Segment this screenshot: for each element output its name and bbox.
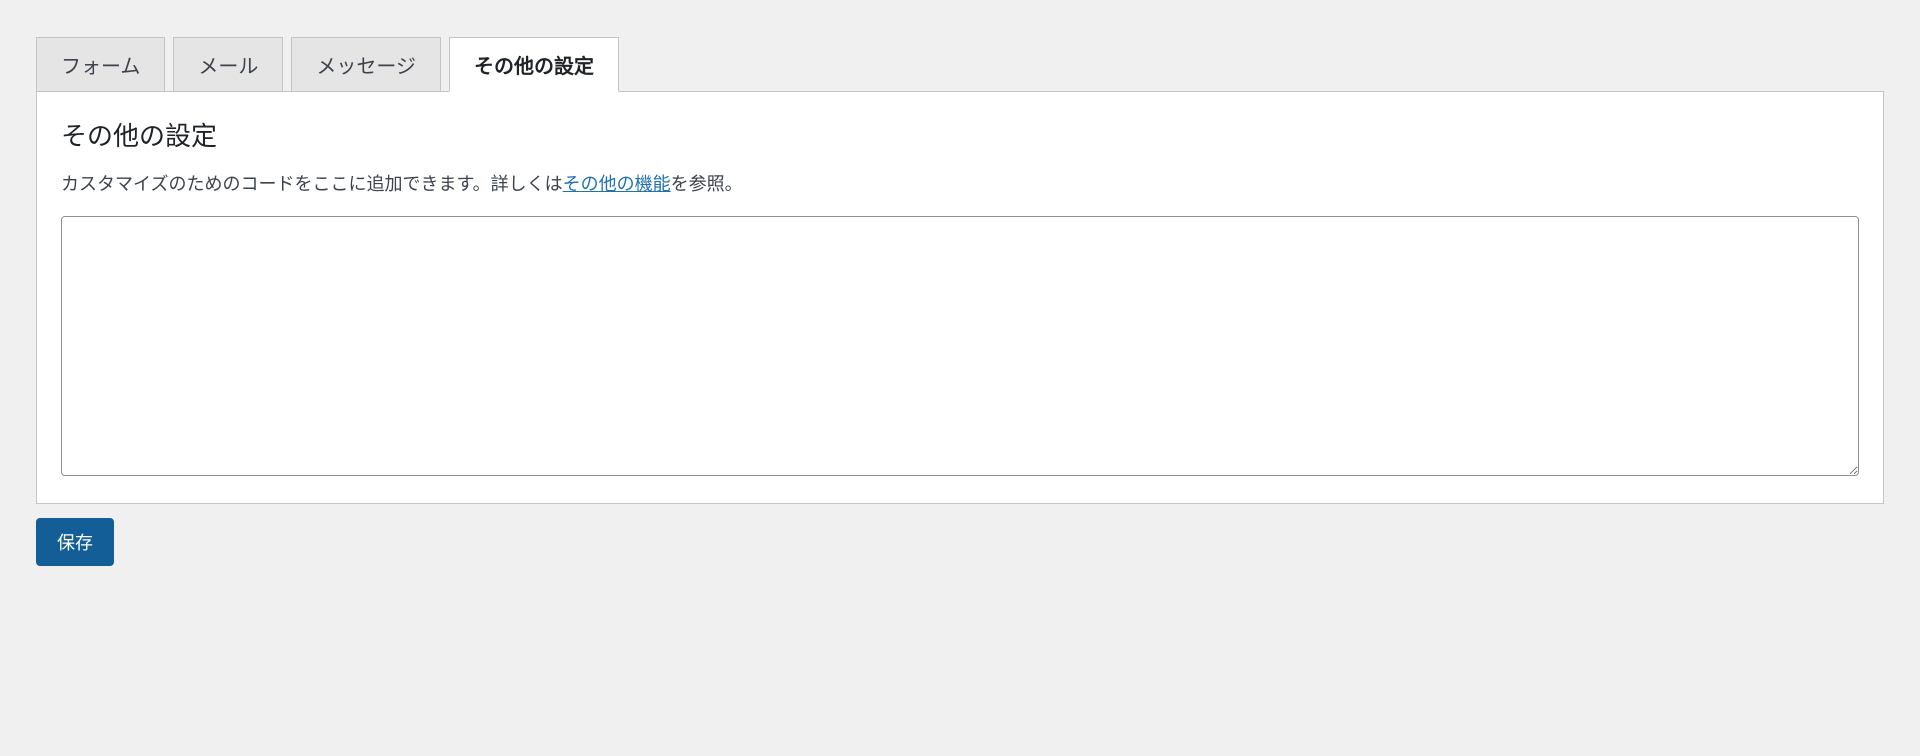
tab-form[interactable]: フォーム xyxy=(36,37,165,92)
additional-settings-textarea[interactable] xyxy=(61,216,1859,476)
help-text-prefix: カスタマイズのためのコードをここに追加できます。詳しくは xyxy=(61,174,563,194)
tab-additional-settings[interactable]: その他の設定 xyxy=(449,37,619,92)
settings-panel: その他の設定 カスタマイズのためのコードをここに追加できます。詳しくはその他の機… xyxy=(36,91,1884,504)
save-row: 保存 xyxy=(36,518,1884,566)
help-link[interactable]: その他の機能 xyxy=(563,174,671,194)
save-button[interactable]: 保存 xyxy=(36,518,114,566)
tab-messages[interactable]: メッセージ xyxy=(291,37,441,92)
tab-nav: フォーム メール メッセージ その他の設定 xyxy=(36,36,1884,91)
help-text: カスタマイズのためのコードをここに追加できます。詳しくはその他の機能を参照。 xyxy=(61,171,1859,198)
panel-heading: その他の設定 xyxy=(61,116,1859,153)
help-text-suffix: を参照。 xyxy=(671,174,743,194)
tab-mail[interactable]: メール xyxy=(173,37,283,92)
